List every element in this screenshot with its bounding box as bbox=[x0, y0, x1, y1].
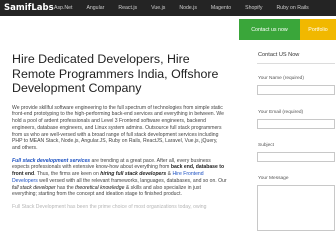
action-bar: Contact us now Portfolio bbox=[239, 19, 336, 40]
contact-us-button[interactable]: Contact us now bbox=[239, 19, 300, 40]
nav-link-shopify[interactable]: Shopify bbox=[245, 5, 262, 11]
top-navbar: SamifLabs Asp.Net Angular React.js Vue.j… bbox=[0, 0, 336, 16]
nav-link-vue[interactable]: Vue.js bbox=[151, 5, 165, 11]
services-paragraph: Full stack development services are tren… bbox=[12, 158, 227, 198]
contact-form-title: Contact US Now bbox=[258, 52, 300, 58]
intro-paragraph: We provide skillful software engineering… bbox=[12, 104, 224, 151]
text-fragment: back end, bbox=[170, 164, 195, 171]
text-fragment: . Thus, the firms are keen on bbox=[34, 171, 101, 178]
brand-logo[interactable]: SamifLabs bbox=[0, 3, 54, 13]
subject-field-label: Subject bbox=[258, 143, 274, 148]
text-fragment: full stack developer bbox=[12, 184, 56, 191]
text-fragment: hiring full stack developers bbox=[100, 171, 167, 178]
nav-link-rails[interactable]: Ruby on Rails bbox=[276, 5, 308, 11]
text-fragment: theoretical knowledge bbox=[75, 184, 125, 191]
portfolio-button[interactable]: Portfolio bbox=[300, 19, 336, 40]
nav-link-node[interactable]: Node.js bbox=[179, 5, 197, 11]
nav-link-magento[interactable]: Magento bbox=[211, 5, 231, 11]
contact-form: Contact US Now Your Name (required) Your… bbox=[257, 52, 336, 231]
name-field-label: Your Name (required) bbox=[258, 76, 304, 81]
name-field[interactable] bbox=[257, 85, 335, 95]
message-field[interactable] bbox=[257, 185, 335, 231]
nav-links: Asp.Net Angular React.js Vue.js Node.js … bbox=[54, 5, 323, 11]
nav-link-aspnet[interactable]: Asp.Net bbox=[54, 5, 72, 11]
main-content: Hire Dedicated Developers, Hire Remote P… bbox=[12, 52, 227, 211]
email-field-label: Your Email (required) bbox=[258, 110, 304, 115]
divider bbox=[257, 63, 335, 64]
text-fragment: well versed with all the relevant framew… bbox=[37, 177, 227, 184]
message-field-label: Your Message bbox=[258, 176, 289, 181]
nav-link-angular[interactable]: Angular bbox=[86, 5, 104, 11]
nav-link-react[interactable]: React.js bbox=[118, 5, 137, 11]
subject-field[interactable] bbox=[257, 152, 335, 162]
page-title: Hire Dedicated Developers, Hire Remote P… bbox=[12, 52, 219, 96]
text-fragment: has the bbox=[55, 184, 76, 191]
full-stack-services-link[interactable]: Full stack development services bbox=[12, 158, 90, 164]
faded-paragraph: Full Stack Development has been the prim… bbox=[12, 203, 207, 210]
email-field[interactable] bbox=[257, 119, 335, 129]
